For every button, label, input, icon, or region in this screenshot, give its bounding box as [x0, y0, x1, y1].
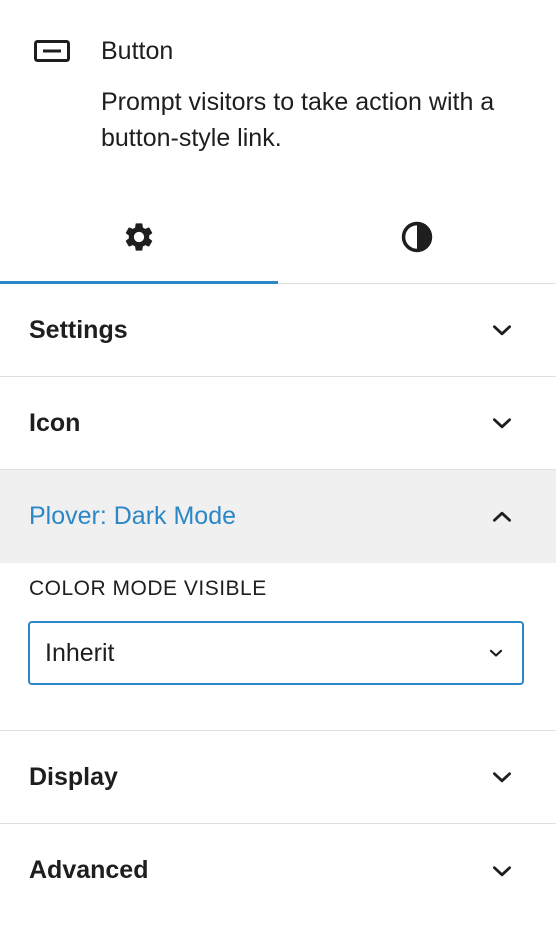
panel-display-label: Display [29, 762, 118, 791]
panel-display-toggle[interactable]: Display [0, 731, 556, 824]
chevron-down-icon [493, 772, 511, 783]
block-card: Button Prompt visitors to take action wi… [0, 0, 556, 196]
button-block-icon [34, 40, 70, 62]
panel-icon-toggle[interactable]: Icon [0, 377, 556, 470]
color-mode-visible-label: COLOR MODE VISIBLE [29, 577, 267, 600]
chevron-down-icon [489, 649, 503, 657]
inspector-tabs [0, 190, 556, 284]
inspector-panels: Settings Icon Plover: Dark Mode COLOR MO… [0, 284, 556, 917]
panel-settings-toggle[interactable]: Settings [0, 284, 556, 377]
chevron-down-icon [493, 418, 511, 429]
select-value: Inherit [45, 638, 115, 667]
panel-dark-mode-body: COLOR MODE VISIBLE Inherit [0, 563, 556, 731]
panel-dark-mode-toggle[interactable]: Plover: Dark Mode [0, 470, 556, 563]
block-description: Prompt visitors to take action with a bu… [101, 88, 495, 152]
tab-settings[interactable] [0, 190, 278, 284]
panel-advanced-toggle[interactable]: Advanced [0, 824, 556, 917]
chevron-down-icon [493, 325, 511, 336]
chevron-up-icon [493, 511, 511, 522]
block-title: Button [101, 37, 174, 65]
panel-advanced-label: Advanced [29, 856, 149, 884]
gear-icon [125, 222, 153, 251]
panel-icon-label: Icon [29, 408, 81, 437]
chevron-down-icon [493, 865, 511, 876]
contrast-icon [401, 221, 433, 252]
tab-styles[interactable] [278, 190, 556, 283]
panel-settings-label: Settings [29, 315, 128, 344]
color-mode-visible-select[interactable]: Inherit [28, 621, 524, 685]
panel-dark-mode-label: Plover: Dark Mode [29, 502, 237, 530]
